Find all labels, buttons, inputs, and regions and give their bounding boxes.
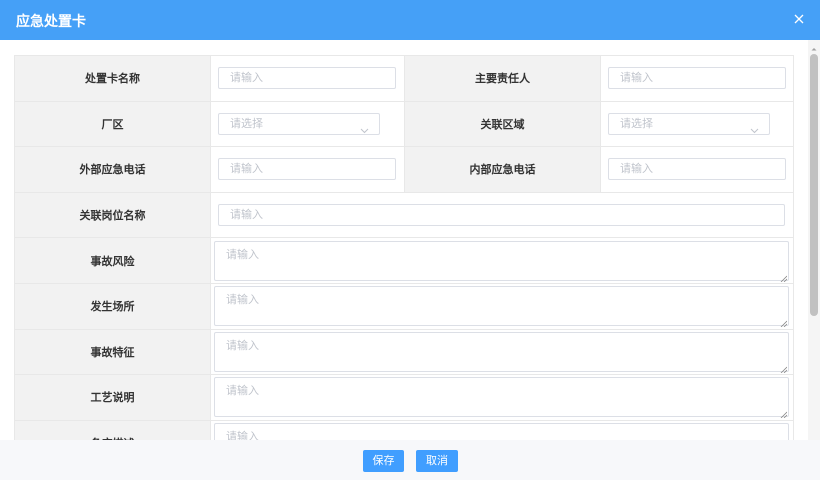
vertical-scrollbar[interactable] [808,40,820,440]
accident-risk-label: 事故风险 [14,237,211,284]
process-description-placeholder: 请输入 [226,384,259,398]
related-area-select-placeholder: 请选择 [620,116,653,130]
process-description-textarea[interactable]: 请输入 [214,377,789,419]
accident-features-textarea[interactable]: 请输入 [214,331,789,374]
scrollbar-thumb[interactable] [810,54,818,316]
main-responsible-label: 主要责任人 [404,55,601,102]
location-textarea[interactable]: 请输入 [214,286,789,328]
related-area-select[interactable]: 请选择 [608,112,770,135]
form-row: 工艺说明 请输入 [14,374,794,421]
resize-grip-icon[interactable] [780,272,788,282]
form-row: 事故特征 请输入 [14,328,794,376]
accident-features-placeholder: 请输入 [226,338,259,352]
chevron-down-icon [750,121,759,134]
form-row: 条床描述 请输入 [14,419,794,440]
related-area-label: 关联区域 [404,100,601,148]
plant-area-select-placeholder: 请选择 [230,116,263,130]
resize-grip-icon[interactable] [780,363,788,374]
process-description-label: 工艺说明 [14,374,211,421]
form-row: 事故风险 请输入 [14,237,794,284]
form-row: 外部应急电话 请输入 内部应急电话 请输入 [14,146,794,193]
location-placeholder: 请输入 [226,293,259,307]
main-responsible-input[interactable]: 请输入 [608,67,786,90]
accident-features-label: 事故特征 [14,328,211,376]
form-row: 处置卡名称 请输入 主要责任人 请输入 [14,55,794,102]
internal-phone-input[interactable]: 请输入 [608,158,786,181]
close-icon[interactable] [792,12,806,26]
form-row: 厂区 请选择 关联区域 请选择 [14,100,794,148]
dialog-body: 处置卡名称 请输入 主要责任人 请输入 厂区 请选择 关联区域 请选择 外部应急… [0,40,820,440]
accident-risk-textarea[interactable]: 请输入 [214,240,789,282]
related-post-label: 关联岗位名称 [14,191,211,239]
external-phone-input[interactable]: 请输入 [218,158,396,181]
related-post-input[interactable]: 请输入 [218,204,785,227]
chevron-down-icon [360,121,369,134]
form-row: 关联岗位名称 请输入 [14,191,794,239]
card-name-label: 处置卡名称 [14,55,211,102]
external-phone-label: 外部应急电话 [14,146,211,193]
internal-phone-label: 内部应急电话 [404,146,601,193]
dialog-header: 应急处置卡 [0,0,820,40]
partial-row-placeholder: 请输入 [226,430,259,440]
partial-row-label: 条床描述 [14,419,211,440]
cancel-button[interactable]: 取消 [416,450,458,472]
save-button[interactable]: 保存 [363,450,404,472]
scroll-up-arrow-icon[interactable] [808,42,820,51]
partial-row-textarea[interactable]: 请输入 [214,423,789,440]
form-table: 处置卡名称 请输入 主要责任人 请输入 厂区 请选择 关联区域 请选择 外部应急… [14,55,794,440]
resize-grip-icon[interactable] [780,408,788,419]
resize-grip-icon[interactable] [780,317,788,328]
dialog-title: 应急处置卡 [16,14,86,30]
plant-area-select[interactable]: 请选择 [218,112,380,135]
form-row: 发生场所 请输入 [14,282,794,330]
location-label: 发生场所 [14,282,211,330]
card-name-input[interactable]: 请输入 [218,67,396,90]
plant-area-label: 厂区 [14,100,211,148]
dialog-footer: 保存 取消 [0,440,820,480]
accident-risk-placeholder: 请输入 [226,247,259,261]
